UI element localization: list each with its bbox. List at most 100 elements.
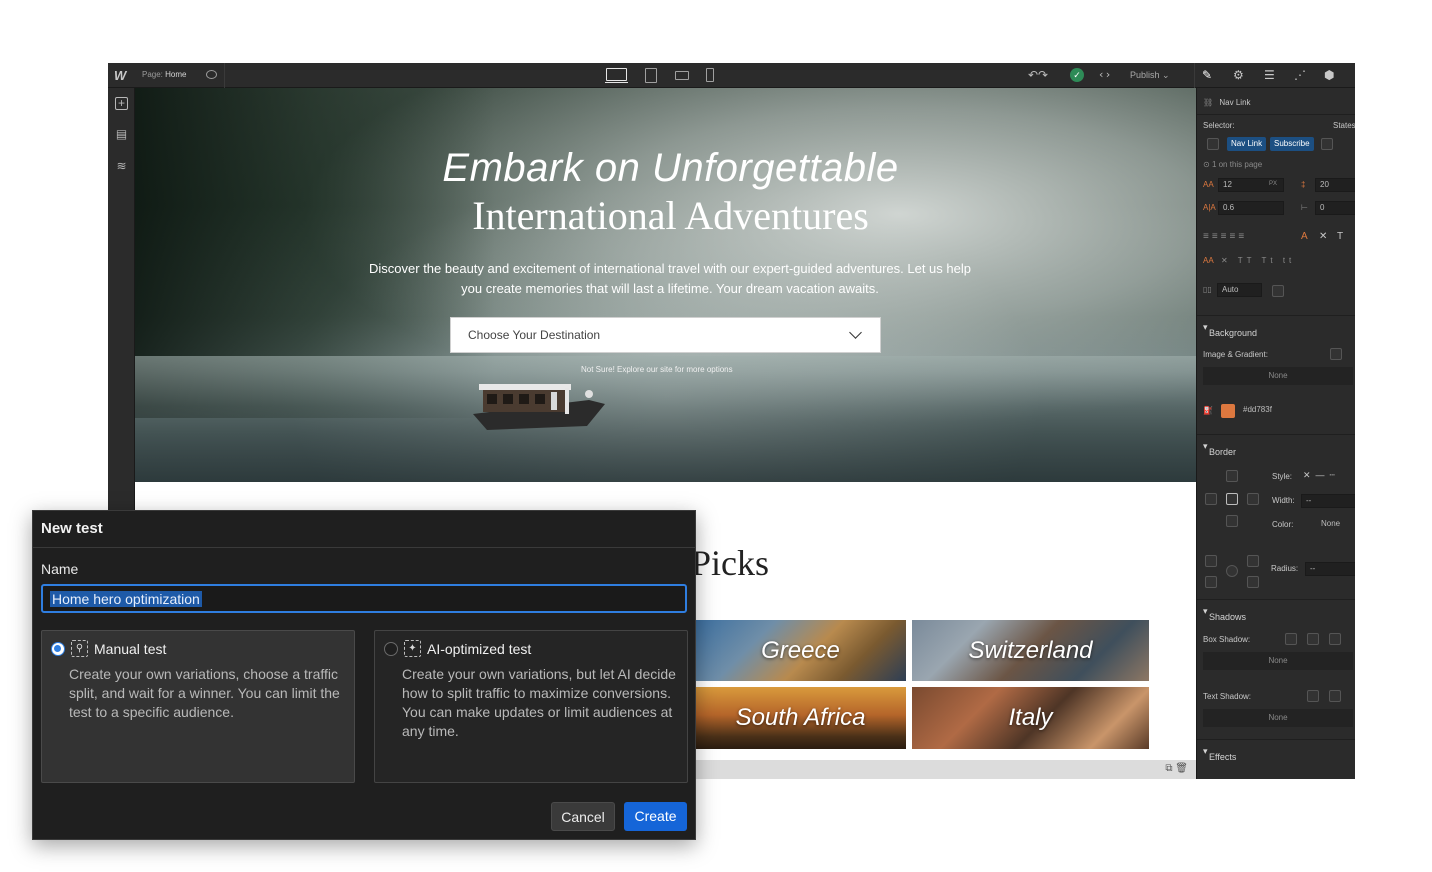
selector-chip-navlink[interactable]: Nav Link bbox=[1227, 137, 1267, 151]
destination-card-greece[interactable]: Greece bbox=[695, 620, 906, 681]
states-label[interactable]: States bbox=[1333, 121, 1355, 130]
box-shadow-inner-icon[interactable] bbox=[1307, 633, 1319, 645]
publish-button[interactable]: Publish ⌄ bbox=[1130, 70, 1170, 81]
hero-section[interactable]: Embark on Unforgettable International Ad… bbox=[135, 88, 1196, 482]
tablet-breakpoint-icon[interactable] bbox=[645, 68, 657, 83]
destination-select[interactable]: Choose Your Destination bbox=[450, 317, 881, 353]
auto-value: Auto bbox=[1222, 285, 1239, 294]
add-element-icon[interactable]: + bbox=[115, 97, 128, 110]
desktop-breakpoint-icon[interactable] bbox=[606, 68, 627, 81]
interactions-icon[interactable]: ⋰ bbox=[1294, 68, 1306, 82]
effects-section-header[interactable]: ▾ Effects bbox=[1197, 739, 1355, 762]
text-shadow-add-icon[interactable] bbox=[1329, 690, 1341, 702]
text-decoration-icon[interactable]: A bbox=[1301, 231, 1308, 242]
destination-card-south-africa[interactable]: South Africa bbox=[695, 687, 906, 749]
radius-br-icon[interactable] bbox=[1247, 576, 1259, 588]
border-section-header[interactable]: ▾ Border bbox=[1197, 434, 1355, 457]
box-shadow-add-icon[interactable] bbox=[1329, 633, 1341, 645]
webflow-logo-icon[interactable]: W bbox=[114, 68, 132, 83]
chevron-down-icon bbox=[849, 326, 862, 339]
manual-test-description: Create your own variations, choose a tra… bbox=[69, 666, 340, 720]
border-bottom-icon[interactable] bbox=[1226, 515, 1238, 527]
navigator-menu-icon[interactable]: ☰ bbox=[1264, 68, 1275, 82]
cms-database-icon[interactable]: ≋ bbox=[115, 160, 128, 173]
text-align-icons[interactable]: ≡≡≡≡≡ bbox=[1203, 231, 1247, 242]
ai-test-description: Create your own variations, but let AI d… bbox=[402, 666, 676, 739]
radius-input[interactable]: -- bbox=[1305, 562, 1355, 576]
shadows-section-header[interactable]: ▾ Shadows bbox=[1197, 599, 1355, 622]
letter-spacing-value: 0.6 bbox=[1223, 203, 1235, 212]
radius-all-icon[interactable] bbox=[1226, 565, 1238, 577]
text-transform-icon[interactable]: T bbox=[1337, 231, 1343, 242]
hero-subtitle[interactable]: Discover the beauty and excitement of in… bbox=[365, 259, 975, 299]
create-button[interactable]: Create bbox=[624, 802, 687, 831]
destination-select-value: Choose Your Destination bbox=[468, 328, 601, 342]
settings-gear-icon[interactable]: ⚙ bbox=[1233, 68, 1244, 82]
bg-color-swatch[interactable] bbox=[1221, 404, 1235, 418]
pages-icon[interactable]: ▤ bbox=[115, 128, 128, 141]
letter-spacing-icon: A|A bbox=[1203, 203, 1216, 212]
box-shadow-outer-icon[interactable] bbox=[1285, 633, 1297, 645]
style-brush-icon[interactable]: ✎ bbox=[1202, 68, 1212, 82]
destination-name: South Africa bbox=[735, 704, 866, 731]
auto-input[interactable]: Auto bbox=[1217, 283, 1262, 297]
text-shadow-label: Text Shadow: bbox=[1203, 692, 1252, 701]
destination-card-switzerland[interactable]: Switzerland bbox=[912, 620, 1149, 681]
canvas-bottom-icons[interactable]: ⧉ 🗑 bbox=[1165, 763, 1188, 774]
ai-test-option[interactable]: ✦ AI-optimized test Create your own vari… bbox=[374, 630, 688, 783]
undo-redo-icon[interactable]: ↶↷ bbox=[1028, 68, 1048, 82]
selector-chip-subscribe[interactable]: Subscribe bbox=[1270, 137, 1314, 151]
shadows-header-label: Shadows bbox=[1209, 612, 1247, 622]
clear-style-icon[interactable]: ✕ bbox=[1319, 231, 1327, 242]
background-section-header[interactable]: ▾ Background bbox=[1197, 315, 1355, 338]
mobile-landscape-breakpoint-icon[interactable] bbox=[675, 71, 689, 80]
border-width-input[interactable]: -- bbox=[1301, 494, 1355, 508]
radius-bl-icon[interactable] bbox=[1205, 576, 1217, 588]
border-style-options[interactable]: ✕—┄ bbox=[1303, 470, 1340, 481]
page-selector[interactable]: Page: Home bbox=[142, 70, 186, 79]
manual-test-radio[interactable] bbox=[51, 642, 65, 656]
add-image-icon[interactable] bbox=[1330, 348, 1342, 360]
border-width-label: Width: bbox=[1272, 496, 1295, 505]
text-case-buttons[interactable]: ✕ TT Tt tt bbox=[1221, 256, 1295, 265]
page-name: Home bbox=[165, 70, 187, 79]
letter-spacing-input[interactable]: 0.6 bbox=[1218, 201, 1284, 215]
picks-heading[interactable]: Picks bbox=[691, 542, 769, 584]
box-shadow-none[interactable]: None bbox=[1203, 652, 1353, 670]
word-spacing-input[interactable]: 0 bbox=[1315, 201, 1355, 215]
hero-title[interactable]: Embark on Unforgettable International Ad… bbox=[135, 144, 1196, 240]
destination-name: Greece bbox=[761, 636, 840, 664]
radius-tl-icon[interactable] bbox=[1205, 555, 1217, 567]
preview-eye-icon[interactable] bbox=[206, 70, 217, 79]
column-row: ▯▯ bbox=[1203, 285, 1212, 294]
hero-helper-text[interactable]: Not Sure! Explore our site for more opti… bbox=[581, 365, 733, 374]
edit-selector-icon[interactable] bbox=[1321, 138, 1333, 150]
mobile-portrait-breakpoint-icon[interactable] bbox=[706, 68, 714, 82]
line-height-input[interactable]: 20 bbox=[1315, 178, 1355, 192]
element-label: Nav Link bbox=[1219, 98, 1251, 107]
border-top-icon[interactable] bbox=[1226, 470, 1238, 482]
border-right-icon[interactable] bbox=[1247, 493, 1259, 505]
manual-test-option[interactable]: ⚲ Manual test Create your own variations… bbox=[41, 630, 355, 783]
radius-tr-icon[interactable] bbox=[1247, 555, 1259, 567]
code-export-icon[interactable]: ‹› bbox=[1098, 68, 1111, 81]
divider bbox=[1194, 63, 1195, 88]
bg-color-input[interactable]: #dd783f bbox=[1239, 404, 1355, 418]
image-gradient-none[interactable]: None bbox=[1203, 367, 1353, 385]
ai-test-radio[interactable] bbox=[384, 642, 398, 656]
border-left-icon[interactable] bbox=[1205, 493, 1217, 505]
assets-box-icon[interactable]: ⬢ bbox=[1324, 68, 1334, 82]
test-name-input[interactable]: Home hero optimization bbox=[41, 584, 687, 613]
border-all-icon[interactable] bbox=[1226, 493, 1238, 505]
dialog-header: New test bbox=[33, 511, 695, 548]
cancel-button[interactable]: Cancel bbox=[551, 802, 615, 831]
selector-type-icon[interactable] bbox=[1207, 138, 1219, 150]
hero-title-line1: Embark on Unforgettable bbox=[442, 146, 899, 190]
text-shadow-icon[interactable] bbox=[1307, 690, 1319, 702]
settings-small-icon[interactable] bbox=[1272, 285, 1284, 297]
editor-topbar: W Page: Home ↶↷ ✓ ‹› Publish ⌄ ✎ ⚙ ☰ ⋰ ⬢ bbox=[108, 63, 1355, 88]
destination-card-italy[interactable]: Italy bbox=[912, 687, 1149, 749]
border-color-input[interactable]: None bbox=[1317, 518, 1355, 532]
text-shadow-none[interactable]: None bbox=[1203, 709, 1353, 727]
selector-label: Selector: bbox=[1203, 121, 1235, 130]
